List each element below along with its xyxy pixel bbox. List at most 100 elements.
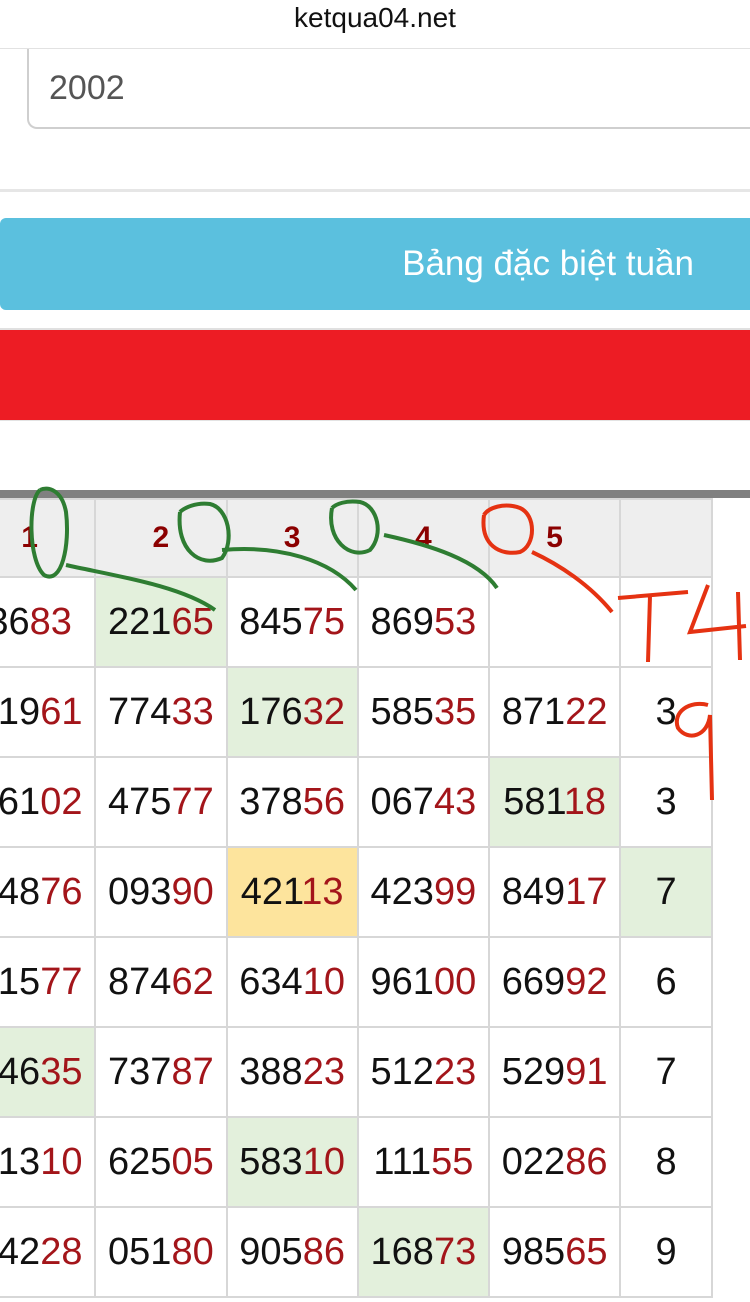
result-cell: 16873 — [356, 1206, 491, 1298]
result-cell: 47577 — [94, 756, 228, 848]
number-tail: 05 — [171, 1140, 214, 1183]
result-cell: 54876 — [0, 846, 97, 938]
result-cell: 84917 — [487, 846, 622, 938]
number-tail: 90 — [171, 870, 214, 913]
number-prefix: 022 — [501, 1140, 566, 1183]
number-prefix: 067 — [370, 780, 434, 823]
number-tail: 53 — [433, 600, 477, 643]
result-cell: 7 — [619, 1026, 713, 1118]
number-tail: 76 — [40, 870, 83, 913]
result-cell: 37856 — [225, 756, 359, 848]
results-table-container[interactable]: 12345 3683221658457586953719617743317632… — [0, 490, 750, 1302]
result-cell: 58310 — [225, 1116, 359, 1208]
result-cell: 3 — [619, 666, 713, 758]
number-prefix: 8 — [655, 1140, 677, 1183]
number-prefix: 946 — [0, 1050, 41, 1093]
number-tail: 61 — [40, 690, 83, 733]
number-prefix: 942 — [0, 1230, 41, 1273]
number-prefix: 3 — [655, 780, 677, 823]
number-tail: 10 — [302, 960, 345, 1003]
result-cell: 11155 — [356, 1116, 491, 1208]
result-cell: 58118 — [487, 756, 622, 848]
column-header: 3 — [225, 498, 359, 578]
number-prefix: 7 — [655, 870, 677, 913]
result-cell: 51223 — [356, 1026, 491, 1118]
number-prefix: 585 — [370, 690, 434, 733]
result-cell: 94635 — [0, 1026, 97, 1118]
result-cell: 8 — [619, 1116, 713, 1208]
divider — [0, 420, 750, 421]
number-prefix: 849 — [501, 870, 566, 913]
number-prefix: 625 — [108, 1140, 172, 1183]
browser-url[interactable]: ketqua04.net — [0, 0, 750, 40]
result-cell: 17632 — [225, 666, 359, 758]
number-prefix: 221 — [108, 600, 172, 643]
number-prefix: 168 — [370, 1230, 434, 1273]
column-header — [619, 498, 713, 578]
number-prefix: 761 — [0, 780, 41, 823]
result-cell: 52991 — [487, 1026, 622, 1118]
number-prefix: 475 — [108, 780, 172, 823]
result-cell: 22165 — [94, 576, 228, 668]
number-tail: 13 — [301, 870, 344, 913]
number-prefix: 512 — [370, 1050, 434, 1093]
result-cell: 76102 — [0, 756, 97, 848]
number-prefix: 719 — [0, 690, 41, 733]
column-header: 4 — [356, 498, 491, 578]
column-header: 1 — [0, 498, 97, 578]
result-cell — [619, 576, 713, 668]
table-row: 0157787462634109610066992 6 — [0, 936, 713, 1028]
number-tail: 55 — [431, 1140, 474, 1183]
weekly-special-button[interactable]: Bảng đặc biệt tuần — [0, 218, 750, 310]
number-prefix: 388 — [239, 1050, 303, 1093]
number-prefix: 9 — [655, 1230, 677, 1273]
column-header: 2 — [94, 498, 228, 578]
number-prefix: 093 — [108, 870, 172, 913]
special-results-table: 12345 3683221658457586953719617743317632… — [0, 498, 713, 1298]
result-cell: 84575 — [225, 576, 359, 668]
number-prefix: 669 — [501, 960, 566, 1003]
number-prefix: 529 — [501, 1050, 566, 1093]
result-cell: 01577 — [0, 936, 97, 1028]
number-prefix: 845 — [239, 600, 303, 643]
result-cell: 87122 — [487, 666, 622, 758]
number-prefix: 869 — [370, 600, 434, 643]
result-cell: 63410 — [225, 936, 359, 1028]
result-cell: 96100 — [356, 936, 491, 1028]
table-row: 94635737873882351223529917 — [0, 1026, 713, 1118]
result-cell: 90586 — [225, 1206, 359, 1298]
table-row: 54876093904211342399849177 — [0, 846, 713, 938]
number-tail: 22 — [565, 690, 608, 733]
column-header: 5 — [487, 498, 622, 578]
result-cell: 42113 — [225, 846, 359, 938]
number-tail: 32 — [302, 690, 345, 733]
number-prefix: 6 — [655, 960, 677, 1003]
number-tail: 10 — [302, 1140, 345, 1183]
number-tail: 35 — [433, 690, 477, 733]
table-row: 94228051809058616873985659 — [0, 1206, 713, 1298]
result-cell: 87462 — [94, 936, 228, 1028]
result-cell: 98565 — [487, 1206, 622, 1298]
number-prefix: 7 — [655, 1050, 677, 1093]
number-prefix: 423 — [370, 870, 434, 913]
result-cell: 71961 — [0, 666, 97, 758]
number-tail: 83 — [29, 600, 72, 643]
result-cell: 9 — [619, 1206, 713, 1298]
result-cell: 06743 — [356, 756, 491, 848]
table-header-row: 12345 — [0, 498, 713, 578]
result-cell — [487, 576, 622, 668]
number-tail: 92 — [565, 960, 608, 1003]
number-prefix: 774 — [108, 690, 172, 733]
number-tail: 86 — [565, 1140, 608, 1183]
number-prefix: 3 — [655, 690, 677, 733]
number-tail: 87 — [171, 1050, 214, 1093]
number-prefix: 581 — [503, 780, 564, 823]
number-tail: 43 — [433, 780, 477, 823]
number-prefix: 176 — [239, 690, 303, 733]
number-prefix: 905 — [239, 1230, 303, 1273]
number-prefix: 583 — [239, 1140, 303, 1183]
number-tail: 77 — [171, 780, 214, 823]
result-cell: 86953 — [356, 576, 491, 668]
result-cell: 09390 — [94, 846, 228, 938]
year-input[interactable] — [27, 49, 750, 129]
